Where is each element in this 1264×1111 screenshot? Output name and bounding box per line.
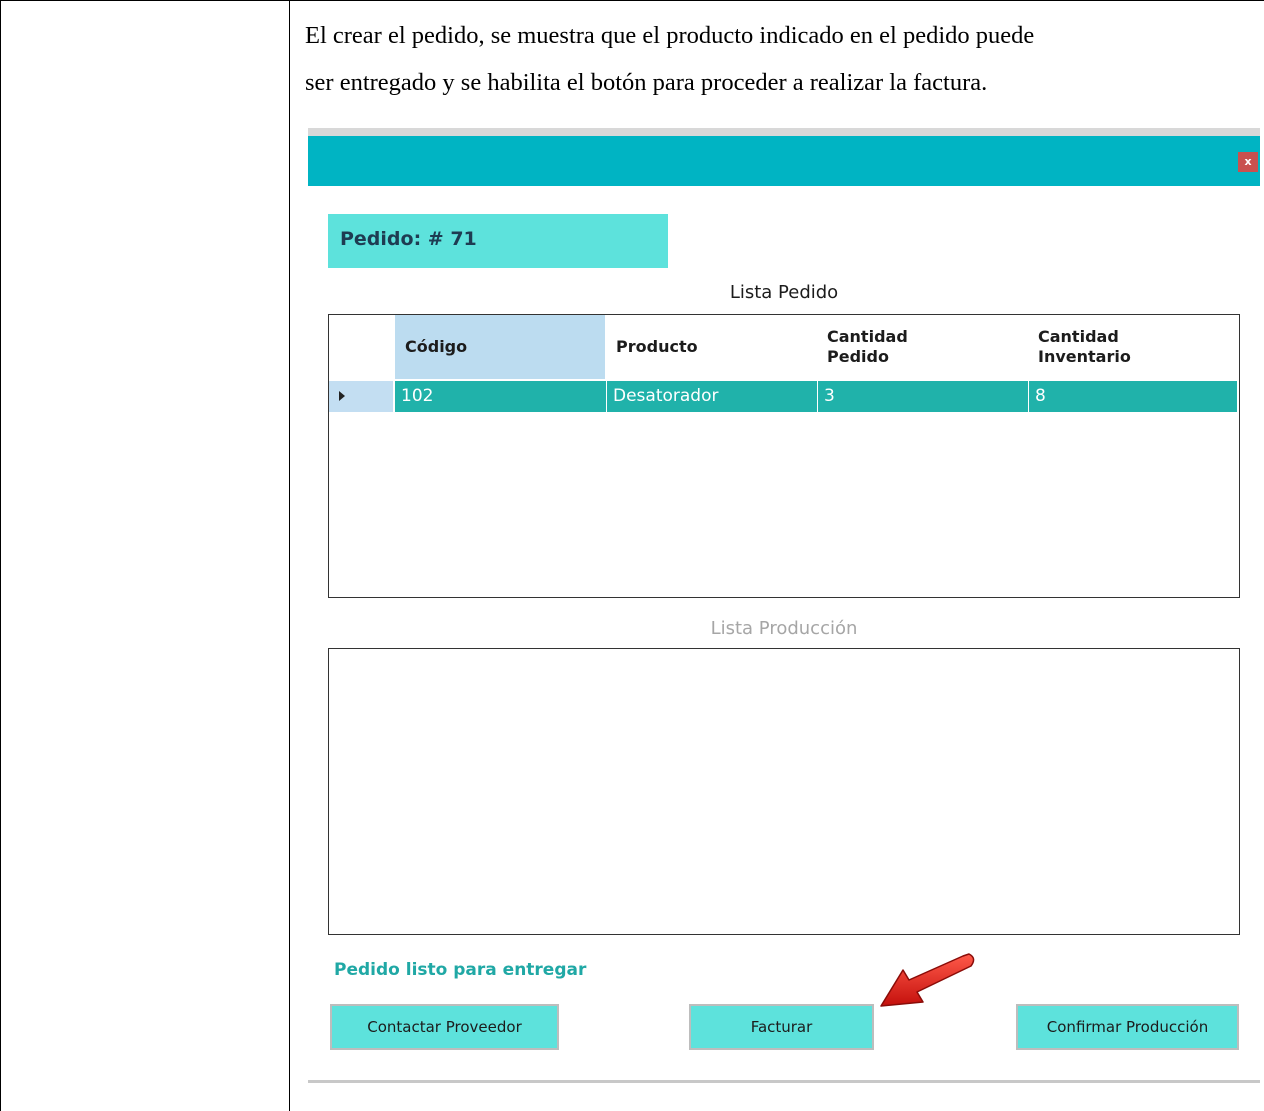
order-window: x Pedido: # 71 Lista Pedido Código Produ… [308,136,1260,1083]
column-header-producto-label: Producto [616,337,698,356]
column-header-cantidad-inventario[interactable]: Cantidad Inventario [1028,315,1238,379]
column-header-cantidad-inventario-line2: Inventario [1038,347,1131,366]
order-number-label: Pedido: # 71 [340,228,477,250]
column-header-cantidad-pedido[interactable]: Cantidad Pedido [817,315,1027,379]
table-column-divider [289,0,290,1111]
row-selector[interactable] [329,381,393,412]
caption-line-1: El crear el pedido, se muestra que el pr… [305,22,1035,49]
caption-text: El crear el pedido, se muestra que el pr… [305,12,1260,106]
row-selector-arrow-icon [339,391,345,401]
lista-pedido-title: Lista Pedido [729,282,839,303]
column-header-cantidad-pedido-line1: Cantidad [827,327,908,346]
order-number-panel: Pedido: # 71 [328,214,668,268]
screenshot-top-edge [308,128,1260,136]
lista-produccion-grid[interactable] [328,648,1240,935]
table-left-border [0,0,1,1111]
table-top-border [0,0,1264,1]
column-header-producto[interactable]: Producto [606,315,816,379]
lista-produccion-title: Lista Producción [710,618,858,639]
contactar-proveedor-button[interactable]: Contactar Proveedor [330,1004,559,1050]
caption-line-2: ser entregado y se habilita el botón par… [305,69,988,96]
close-icon[interactable]: x [1238,152,1258,172]
facturar-button[interactable]: Facturar [689,1004,874,1050]
table-row[interactable]: 102 Desatorador 3 8 [395,381,1237,412]
window-titlebar: x [308,136,1260,186]
column-header-codigo-label: Código [405,337,468,356]
lista-pedido-grid[interactable]: Código Producto Cantidad Pedido Cantidad… [328,314,1240,598]
cell-cantidad-inventario[interactable]: 8 [1028,381,1237,412]
confirmar-produccion-button[interactable]: Confirmar Producción [1016,1004,1239,1050]
column-header-cantidad-pedido-line2: Pedido [827,347,889,366]
cell-cantidad-pedido[interactable]: 3 [817,381,1028,412]
status-message: Pedido listo para entregar [334,960,587,980]
cell-codigo[interactable]: 102 [395,381,606,412]
column-header-cantidad-inventario-line1: Cantidad [1038,327,1119,346]
column-header-codigo[interactable]: Código [395,315,605,379]
cell-producto[interactable]: Desatorador [606,381,817,412]
red-pointer-arrow-icon [880,953,975,1007]
